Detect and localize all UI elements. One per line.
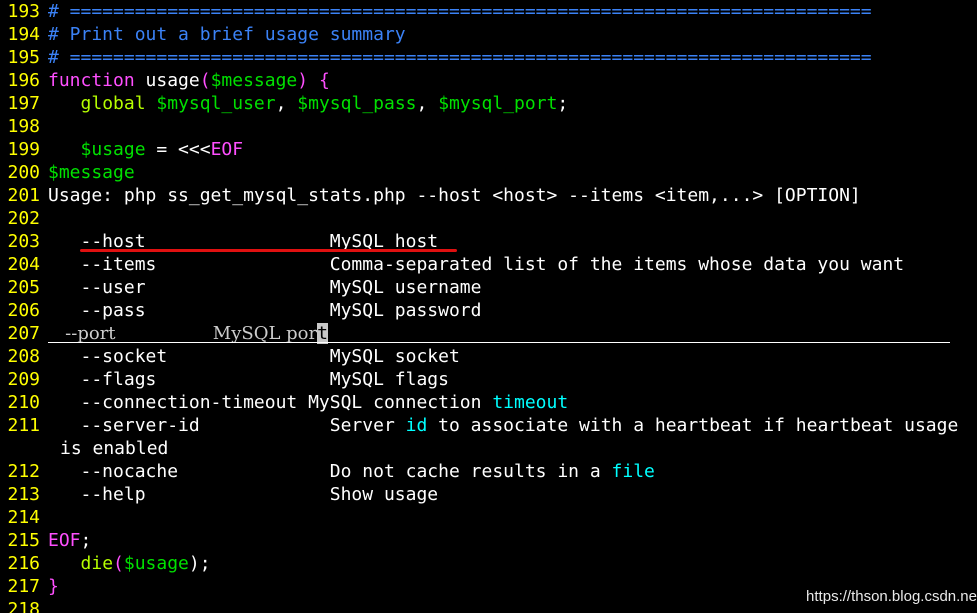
code-text: function usage($message) { — [48, 69, 330, 92]
line-number: 210 — [7, 392, 40, 413]
code-token: , — [275, 93, 298, 114]
code-token: usage — [134, 70, 200, 91]
code-text: --items Comma-separated list of the item… — [48, 253, 905, 276]
code-token: --connection-timeout MySQL connection — [48, 392, 493, 413]
code-token: Usage: php ss_get_mysql_stats.php --host… — [48, 185, 861, 206]
code-token: ; — [557, 93, 569, 114]
line-number: 204 — [7, 254, 40, 275]
line-number: 196 — [7, 70, 40, 91]
code-token: = <<< — [145, 139, 211, 160]
code-token: $message — [48, 162, 135, 183]
line-number: 214 — [7, 507, 40, 528]
code-token: --nocache Do not cache results in a — [48, 461, 612, 482]
code-token: to associate with a heartbeat if heartbe… — [427, 415, 959, 436]
line-number: 203 — [7, 231, 40, 252]
line-number: 215 — [7, 530, 40, 551]
code-token: # ======================================… — [48, 47, 872, 68]
code-text: Usage: php ss_get_mysql_stats.php --host… — [48, 184, 861, 207]
code-token: # Print out a brief usage summary — [48, 24, 406, 45]
code-token: , — [416, 93, 439, 114]
code-text: # ======================================… — [48, 0, 872, 23]
code-token: $mysql_user — [156, 93, 276, 114]
line-number: 199 — [7, 139, 40, 160]
line-number: 207 — [7, 323, 40, 344]
code-text: --flags MySQL flags — [48, 368, 449, 391]
code-token: --socket MySQL socket — [48, 346, 460, 367]
code-token: $message — [210, 70, 298, 91]
line-number: 193 — [7, 1, 40, 22]
code-token: ; — [80, 530, 92, 551]
code-token: --items Comma-separated list of the item… — [48, 254, 905, 275]
code-token: ( — [113, 553, 124, 574]
code-editor[interactable]: 193 # ===================================… — [0, 0, 977, 613]
code-text: # ======================================… — [48, 46, 872, 69]
code-text: } — [48, 575, 59, 598]
code-token: $usage — [80, 139, 146, 160]
line-number: 205 — [7, 277, 40, 298]
line-number: 212 — [7, 461, 40, 482]
code-text: $message — [48, 161, 135, 184]
code-text: global $mysql_user, $mysql_pass, $mysql_… — [48, 92, 569, 115]
cursor-line-underline — [48, 342, 950, 343]
line-number: 206 — [7, 300, 40, 321]
code-token: --server-id Server — [48, 415, 406, 436]
code-text: --user MySQL username — [48, 276, 482, 299]
code-token: --help Show usage — [48, 484, 439, 505]
line-number: 198 — [7, 116, 40, 137]
code-token: function — [48, 70, 135, 91]
line-number: 213 — [7, 484, 40, 505]
code-token: is enabled — [60, 438, 169, 459]
line-number: 211 — [7, 415, 40, 436]
code-token: EOF — [48, 530, 81, 551]
code-text: $usage = <<<EOF — [48, 138, 244, 161]
code-token: ) { — [297, 70, 330, 91]
code-token: die — [80, 553, 114, 574]
code-token: file — [611, 461, 655, 482]
code-text: --socket MySQL socket — [48, 345, 460, 368]
line-number: 209 — [7, 369, 40, 390]
line-number: 208 — [7, 346, 40, 367]
code-text: --connection-timeout MySQL connection ti… — [48, 391, 569, 414]
annotation-underline — [80, 249, 457, 252]
line-number: 195 — [7, 47, 40, 68]
line-number: 216 — [7, 553, 40, 574]
code-text: # Print out a brief usage summary — [48, 23, 406, 46]
code-text: --help Show usage — [48, 483, 439, 506]
code-token: ); — [188, 553, 211, 574]
line-number: 202 — [7, 208, 40, 229]
code-token: EOF — [210, 139, 244, 160]
code-token: id — [405, 415, 428, 436]
code-text: --server-id Server id to associate with … — [48, 414, 959, 437]
code-text: is enabled — [60, 437, 168, 460]
code-token: } — [48, 576, 59, 597]
code-token: # ======================================… — [48, 1, 872, 22]
line-number: 194 — [7, 24, 40, 45]
text-cursor: t — [317, 323, 328, 344]
line-number: 201 — [7, 185, 40, 206]
code-token: --flags MySQL flags — [48, 369, 449, 390]
line-number: 197 — [7, 93, 40, 114]
code-text: --pass MySQL password — [48, 299, 482, 322]
code-token: $usage — [123, 553, 189, 574]
code-token: --user MySQL username — [48, 277, 482, 298]
code-token: --port MySQL por — [48, 323, 318, 344]
line-number: 200 — [7, 162, 40, 183]
line-number: 217 — [7, 576, 40, 597]
code-text: EOF; — [48, 529, 91, 552]
line-number: 218 — [7, 599, 40, 613]
code-token: ( — [199, 70, 211, 91]
code-text: die($usage); — [48, 552, 211, 575]
code-token: timeout — [492, 392, 569, 413]
code-token: global — [80, 93, 146, 114]
code-text: --nocache Do not cache results in a file — [48, 460, 655, 483]
watermark: https://thson.blog.csdn.ne — [806, 588, 977, 605]
code-token: --pass MySQL password — [48, 300, 482, 321]
code-token: $mysql_pass — [297, 93, 417, 114]
code-token: $mysql_port — [438, 93, 558, 114]
